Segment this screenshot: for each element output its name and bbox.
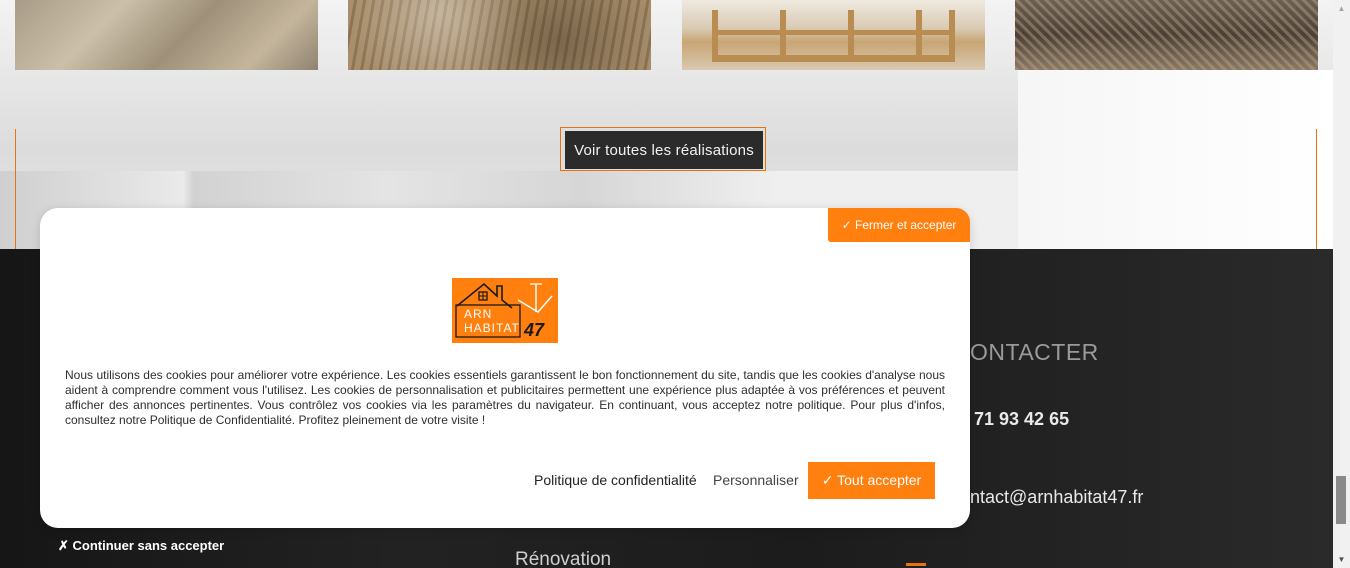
logo-text-arn: ARN [464,307,493,321]
logo-text-47: 47 [524,320,545,340]
gallery-background-fade [1018,70,1333,249]
scroll-down-icon[interactable]: ▼ [1333,551,1350,568]
phone-number[interactable]: 71 93 42 65 [974,409,1069,430]
gallery-photo-outdoor-furniture[interactable] [1015,0,1318,70]
see-all-projects-button[interactable]: Voir toutes les réalisations [565,131,763,169]
frame-line-left [15,129,16,249]
privacy-policy-link[interactable]: Politique de confidentialité [534,472,697,488]
customize-link[interactable]: Personnaliser [713,472,799,488]
gallery-photo-stone-floor[interactable] [15,0,318,70]
logo-text-habitat: HABITAT [464,321,520,335]
scrollbar[interactable]: ▲ ▼ [1333,0,1350,568]
frame-line-right [1316,129,1317,249]
accept-all-button[interactable]: ✓ Tout accepter [808,462,935,499]
arn-habitat-logo: ARN HABITAT 47 [452,278,558,343]
see-all-button-frame: Voir toutes les réalisations [560,127,766,171]
cookie-description: Nous utilisons des cookies pour améliore… [65,368,945,427]
orange-decoration [906,563,926,568]
contact-title: ONTACTER [970,339,1099,365]
close-and-accept-button[interactable]: ✓ Fermer et accepter [828,208,970,242]
continue-without-accepting-link[interactable]: ✗ Continuer sans accepter [58,538,224,554]
scroll-thumb[interactable] [1336,476,1346,524]
email-link[interactable]: ontact@arnhabitat47.fr [960,487,1143,508]
scroll-up-icon[interactable]: ▲ [1333,0,1350,17]
gallery-photo-wood-decking[interactable] [348,0,651,70]
renovation-link[interactable]: Rénovation [515,549,611,568]
gallery-photo-wood-shelving[interactable] [682,0,985,70]
cookie-banner: ✓ Fermer et accepter ARN HABITAT 47 Nous… [40,208,970,528]
